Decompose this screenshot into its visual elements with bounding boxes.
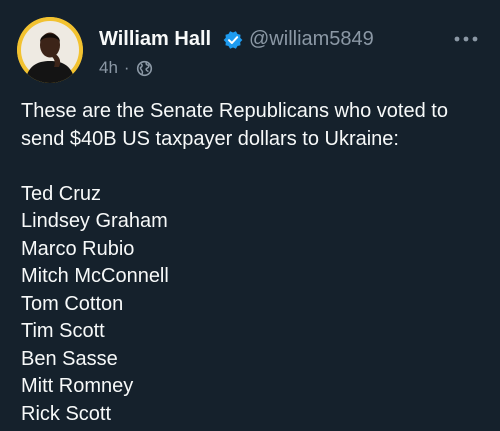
- list-item: Ted Cruz: [21, 182, 102, 205]
- list-item: Lindsey Graham: [21, 210, 168, 232]
- list-item: Rick Scott: [21, 402, 112, 425]
- list-item: Ben Sasse: [21, 347, 118, 370]
- tweet-body: These are the Senate Republicans who vot…: [21, 98, 491, 428]
- list-item: Marco Rubio: [21, 237, 135, 260]
- list-item: Tom Cotton: [21, 292, 124, 315]
- author-name[interactable]: William Hall: [99, 28, 211, 51]
- senator-list: Ted Cruz Lindsey Graham Marco Rubio Mitc…: [21, 181, 491, 429]
- list-item: Mitt Romney: [21, 375, 134, 397]
- more-options-icon[interactable]: [453, 34, 479, 44]
- verified-badge-icon: [223, 31, 243, 49]
- avatar[interactable]: [17, 17, 83, 83]
- tweet-text: These are the Senate Republicans who vot…: [21, 100, 448, 150]
- timestamp[interactable]: 4h: [99, 58, 118, 78]
- author-handle[interactable]: @william5849: [249, 28, 374, 51]
- globe-icon: [136, 60, 152, 76]
- tweet-meta: 4h ·: [99, 57, 153, 79]
- separator-dot: ·: [123, 58, 130, 77]
- avatar-image: [17, 17, 83, 83]
- list-item: Tim Scott: [21, 320, 105, 342]
- list-item: Mitch McConnell: [21, 265, 169, 287]
